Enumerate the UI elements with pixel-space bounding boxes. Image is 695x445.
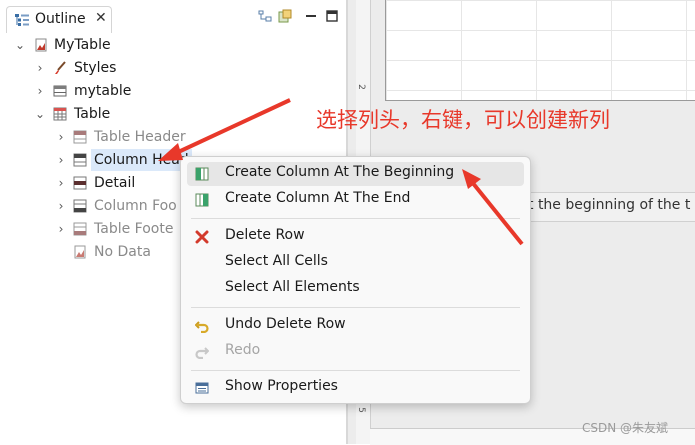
minimize-icon[interactable]	[304, 9, 318, 23]
table-icon	[53, 107, 67, 121]
menu-separator	[191, 218, 520, 219]
redo-icon	[195, 347, 209, 359]
menu-item-label: Delete Row	[225, 227, 305, 243]
menu-separator	[191, 370, 520, 371]
properties-icon	[195, 382, 209, 394]
annotation-text: 选择列头，右键，可以创建新列	[316, 108, 610, 132]
dataset-icon	[53, 85, 67, 97]
context-menu: Create Column At The Beginning Create Co…	[180, 156, 531, 404]
expand-toggle[interactable]: ›	[34, 57, 46, 79]
tree-item-label: No Data	[94, 244, 151, 260]
menu-create-column-end[interactable]: Create Column At The End	[187, 188, 524, 212]
brush-icon	[55, 61, 66, 74]
menu-select-all-cells[interactable]: Select All Cells	[187, 251, 524, 275]
expand-toggle[interactable]: ›	[55, 172, 67, 194]
table-band-icon	[73, 176, 87, 190]
menu-create-column-beginning[interactable]: Create Column At The Beginning	[187, 162, 524, 186]
table-grid[interactable]	[385, 0, 695, 101]
ruler-number: 2	[355, 84, 366, 90]
tree-item-label: Detail	[94, 175, 136, 191]
tree-item-label: MyTable	[54, 37, 111, 53]
menu-separator	[191, 307, 520, 308]
table-band-icon	[73, 153, 87, 167]
tree-item-label: Column Head	[91, 149, 192, 171]
expand-toggle[interactable]: ⌄	[14, 34, 26, 56]
tree-item-label: Table Header	[94, 129, 186, 145]
tree-item-label: Styles	[74, 60, 117, 76]
delete-x-icon	[195, 230, 209, 244]
menu-show-properties[interactable]: Show Properties	[187, 376, 524, 400]
column-insert-left-icon	[195, 167, 209, 181]
link-with-editor-icon[interactable]	[258, 9, 272, 23]
expand-toggle[interactable]: ›	[55, 126, 67, 148]
undo-icon	[195, 321, 209, 333]
menu-undo-delete-row[interactable]: Undo Delete Row	[187, 314, 524, 338]
table-band-icon	[73, 130, 87, 144]
report-icon	[74, 245, 86, 259]
outline-icon	[15, 14, 29, 26]
menu-select-all-elements[interactable]: Select All Elements	[187, 277, 524, 301]
outline-tab-label: Outline	[35, 11, 86, 27]
expand-toggle[interactable]: ›	[34, 80, 46, 102]
menu-item-label: Create Column At The End	[225, 190, 411, 206]
menu-item-label: Create Column At The Beginning	[225, 164, 455, 180]
collapse-toggle[interactable]: ⌄	[34, 103, 46, 125]
filter-icon[interactable]	[278, 9, 292, 23]
menu-item-label: Redo	[225, 342, 261, 358]
outline-tab[interactable]: Outline ✕	[6, 6, 112, 33]
menu-delete-row[interactable]: Delete Row	[187, 225, 524, 249]
table-band-icon	[73, 222, 87, 236]
table-band-icon	[73, 199, 87, 213]
column-insert-right-icon	[195, 193, 209, 207]
report-icon	[35, 38, 47, 52]
expand-toggle[interactable]: ›	[55, 195, 67, 217]
tree-item-label: Column Foo	[94, 198, 177, 214]
menu-item-label: Undo Delete Row	[225, 316, 346, 332]
ruler-number: 5	[355, 407, 366, 413]
maximize-icon[interactable]	[325, 9, 339, 23]
tooltip-text: t the beginning of the t	[528, 197, 691, 213]
outline-tab-bar: Outline ✕	[0, 0, 348, 33]
tree-item-label: mytable	[74, 83, 132, 99]
close-icon[interactable]: ✕	[95, 10, 107, 26]
expand-toggle[interactable]: ›	[55, 218, 67, 240]
expand-toggle[interactable]: ›	[55, 149, 67, 171]
tree-item-label: Table Foote	[94, 221, 174, 237]
tree-item-label: Table	[74, 106, 111, 122]
menu-item-label: Select All Elements	[225, 279, 360, 295]
menu-item-label: Select All Cells	[225, 253, 328, 269]
watermark: CSDN @朱友斌	[582, 421, 669, 435]
menu-redo[interactable]: Redo	[187, 340, 524, 364]
menu-item-label: Show Properties	[225, 378, 338, 394]
